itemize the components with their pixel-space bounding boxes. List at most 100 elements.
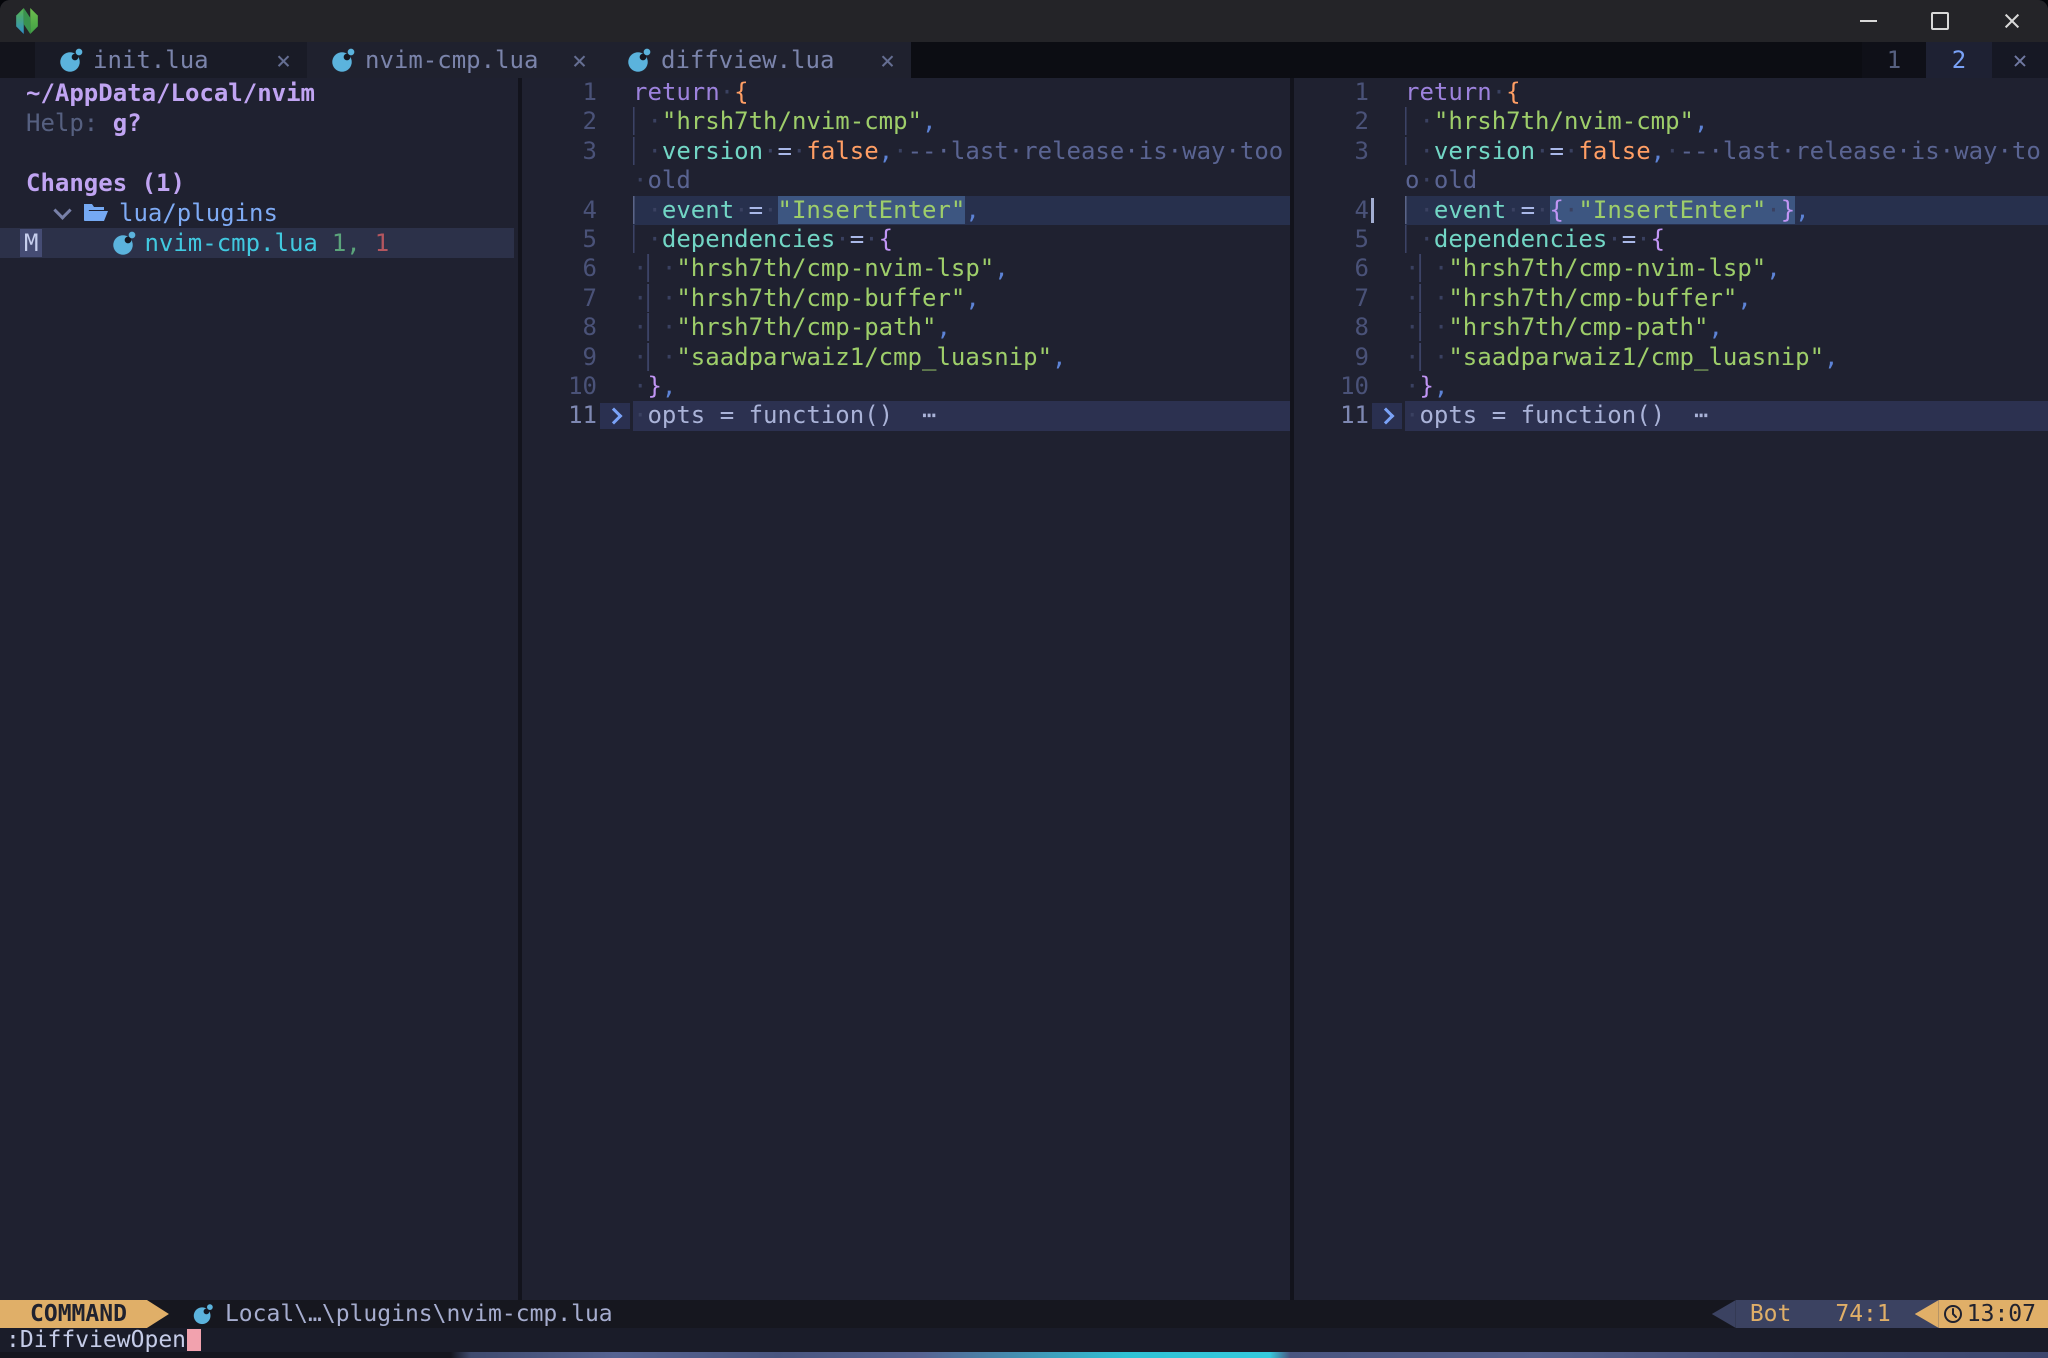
gutter-cell [1369,78,1405,107]
code-text: ·▏·"hrsh7th/cmp-path", [633,313,1290,342]
diffview-file-panel: ~/AppData/Local/nvim Help: g? Changes (1… [0,78,518,1300]
code-text: return·{ [633,78,1290,107]
line-number: 9 [522,343,597,372]
clock-segment: 13:07 [1939,1300,2048,1328]
file-name: nvim-cmp.lua [144,228,317,258]
code-text: ·▏·"hrsh7th/cmp-path", [1405,313,2048,342]
neovim-logo-icon [14,8,40,34]
code-text: return·{ [1405,78,2048,107]
tab-close-icon[interactable]: × [880,46,895,75]
code-text: ·▏·"hrsh7th/cmp-buffer", [633,284,1290,313]
line-number: 8 [1294,313,1369,342]
line-number: 1 [1294,78,1369,107]
code-text: ·▏·"hrsh7th/cmp-nvim-lsp", [633,254,1290,283]
gutter-cell [597,372,633,401]
gutter-cell [1369,343,1405,372]
code-line: 2▏·"hrsh7th/nvim-cmp", [522,107,1290,136]
code-line: 7·▏·"hrsh7th/cmp-buffer", [1294,284,2048,313]
line-number: 6 [1294,254,1369,283]
deletions-count: 1 [375,228,389,258]
lua-file-icon [331,48,355,72]
minimize-button[interactable] [1832,0,1904,42]
desktop-sliver [0,1352,2048,1358]
code-line: 11·opts = function() ⋯ [522,401,1290,430]
code-text: ▏·version·=·false,·--·last·release·is·wa… [633,137,1290,166]
additions-count: 1, [332,228,361,258]
chevron-down-icon [53,201,71,219]
code-text: ·old [633,166,1290,195]
clock-time: 13:07 [1967,1301,2036,1327]
line-number: 8 [522,313,597,342]
maximize-button[interactable] [1904,0,1976,42]
code-text: ▏·dependencies·=·{ [633,225,1290,254]
tab-close-icon[interactable]: × [572,46,587,75]
statusline: COMMAND Local\…\plugins\nvim-cmp.lua Bot… [0,1300,2048,1328]
gutter-cell [597,196,633,225]
folder-name: lua/plugins [119,198,278,228]
code-line: 11·opts = function() ⋯ [1294,401,2048,430]
code-line: 7·▏·"hrsh7th/cmp-buffer", [522,284,1290,313]
fold-chevron-icon[interactable] [600,403,630,429]
gutter-cell [1369,225,1405,254]
mode-indicator: COMMAND [0,1300,147,1328]
file-row-nvim-cmp[interactable]: M nvim-cmp.lua 1, 1 [0,228,514,258]
scroll-position-segment: Bot 74:1 [1736,1300,1915,1328]
gutter-cell [597,78,633,107]
diff-pane-right[interactable]: 1 return·{2▏·"hrsh7th/nvim-cmp",3 ▏·versio… [1294,78,2048,1300]
tabline-fill [911,42,1862,78]
line-number: 3 [1294,137,1369,166]
diff-pane-left[interactable]: 1return·{2▏·"hrsh7th/nvim-cmp",3▏·versio… [522,78,1290,1300]
code-text: ▏·event·=·"InsertEnter", [633,196,1290,225]
code-line: 10·}, [522,372,1290,401]
gutter-cell [597,254,633,283]
tab-init-lua[interactable]: init.lua × [35,42,307,78]
maximize-icon [1931,12,1949,30]
tabline: init.lua × nvim-cmp.lua × diffview.lua ×… [0,42,2048,78]
command-cursor [187,1329,201,1351]
gutter-cell [1369,254,1405,283]
code-line: o·old [1294,166,2048,195]
gutter-cell [1369,196,1405,225]
line-number: 1 [522,78,597,107]
tab-label: nvim-cmp.lua [365,46,538,74]
tab-diffview-lua[interactable]: diffview.lua × [603,42,911,78]
command-text: :DiffviewOpen [6,1327,186,1353]
line-number: 10 [1294,372,1369,401]
line-number [522,166,597,195]
code-line: 5▏·dependencies·=·{ [1294,225,2048,254]
command-line[interactable]: :DiffviewOpen [0,1328,2048,1352]
code-line: 9·▏·"saadparwaiz1/cmp_luasnip", [1294,343,2048,372]
line-number: 7 [1294,284,1369,313]
tab-nvim-cmp-lua[interactable]: nvim-cmp.lua × [307,42,603,78]
code-text: ▏·event·=·{·"InsertEnter"·}, [1405,196,2048,225]
code-text: ·▏·"saadparwaiz1/cmp_luasnip", [633,343,1290,372]
code-text: ·▏·"saadparwaiz1/cmp_luasnip", [1405,343,2048,372]
neovim-window: init.lua × nvim-cmp.lua × diffview.lua ×… [0,0,2048,1358]
folder-row-lua-plugins[interactable]: lua/plugins [0,198,518,228]
tabpage-1[interactable]: 1 [1862,42,1926,78]
gutter-cell [1369,313,1405,342]
code-line: 3 ▏·version·=·false,·--·last·release·is·w… [1294,137,2048,166]
gutter-cell [1369,401,1405,430]
tab-close-icon[interactable]: × [276,46,291,75]
code-line: 2▏·"hrsh7th/nvim-cmp", [1294,107,2048,136]
tabpage-2-active[interactable]: 2 [1926,42,1992,78]
code-line: 4▏·event·=·"InsertEnter", [522,196,1290,225]
code-text: ·opts = function() ⋯ [633,401,1290,430]
line-number: 2 [1294,107,1369,136]
segment-separator [147,1300,169,1328]
gutter-cell [597,107,633,136]
code-line: 1 return·{ [522,78,1290,107]
line-number: 6 [522,254,597,283]
close-window-button[interactable] [1976,0,2048,42]
fold-chevron-icon[interactable] [1372,403,1402,429]
gutter-cell [1369,166,1405,195]
clock-icon [1943,1304,1963,1324]
gutter-cell [1369,137,1405,166]
git-status-modified: M [20,229,42,257]
main-area: ~/AppData/Local/nvim Help: g? Changes (1… [0,78,2048,1300]
code-text: ▏·version·=·false,·--·last·release·is·wa… [1405,137,2048,166]
line-number: 4 [1294,196,1369,225]
tabpage-close-icon[interactable]: ✕ [1992,42,2048,78]
line-number [1294,166,1369,195]
